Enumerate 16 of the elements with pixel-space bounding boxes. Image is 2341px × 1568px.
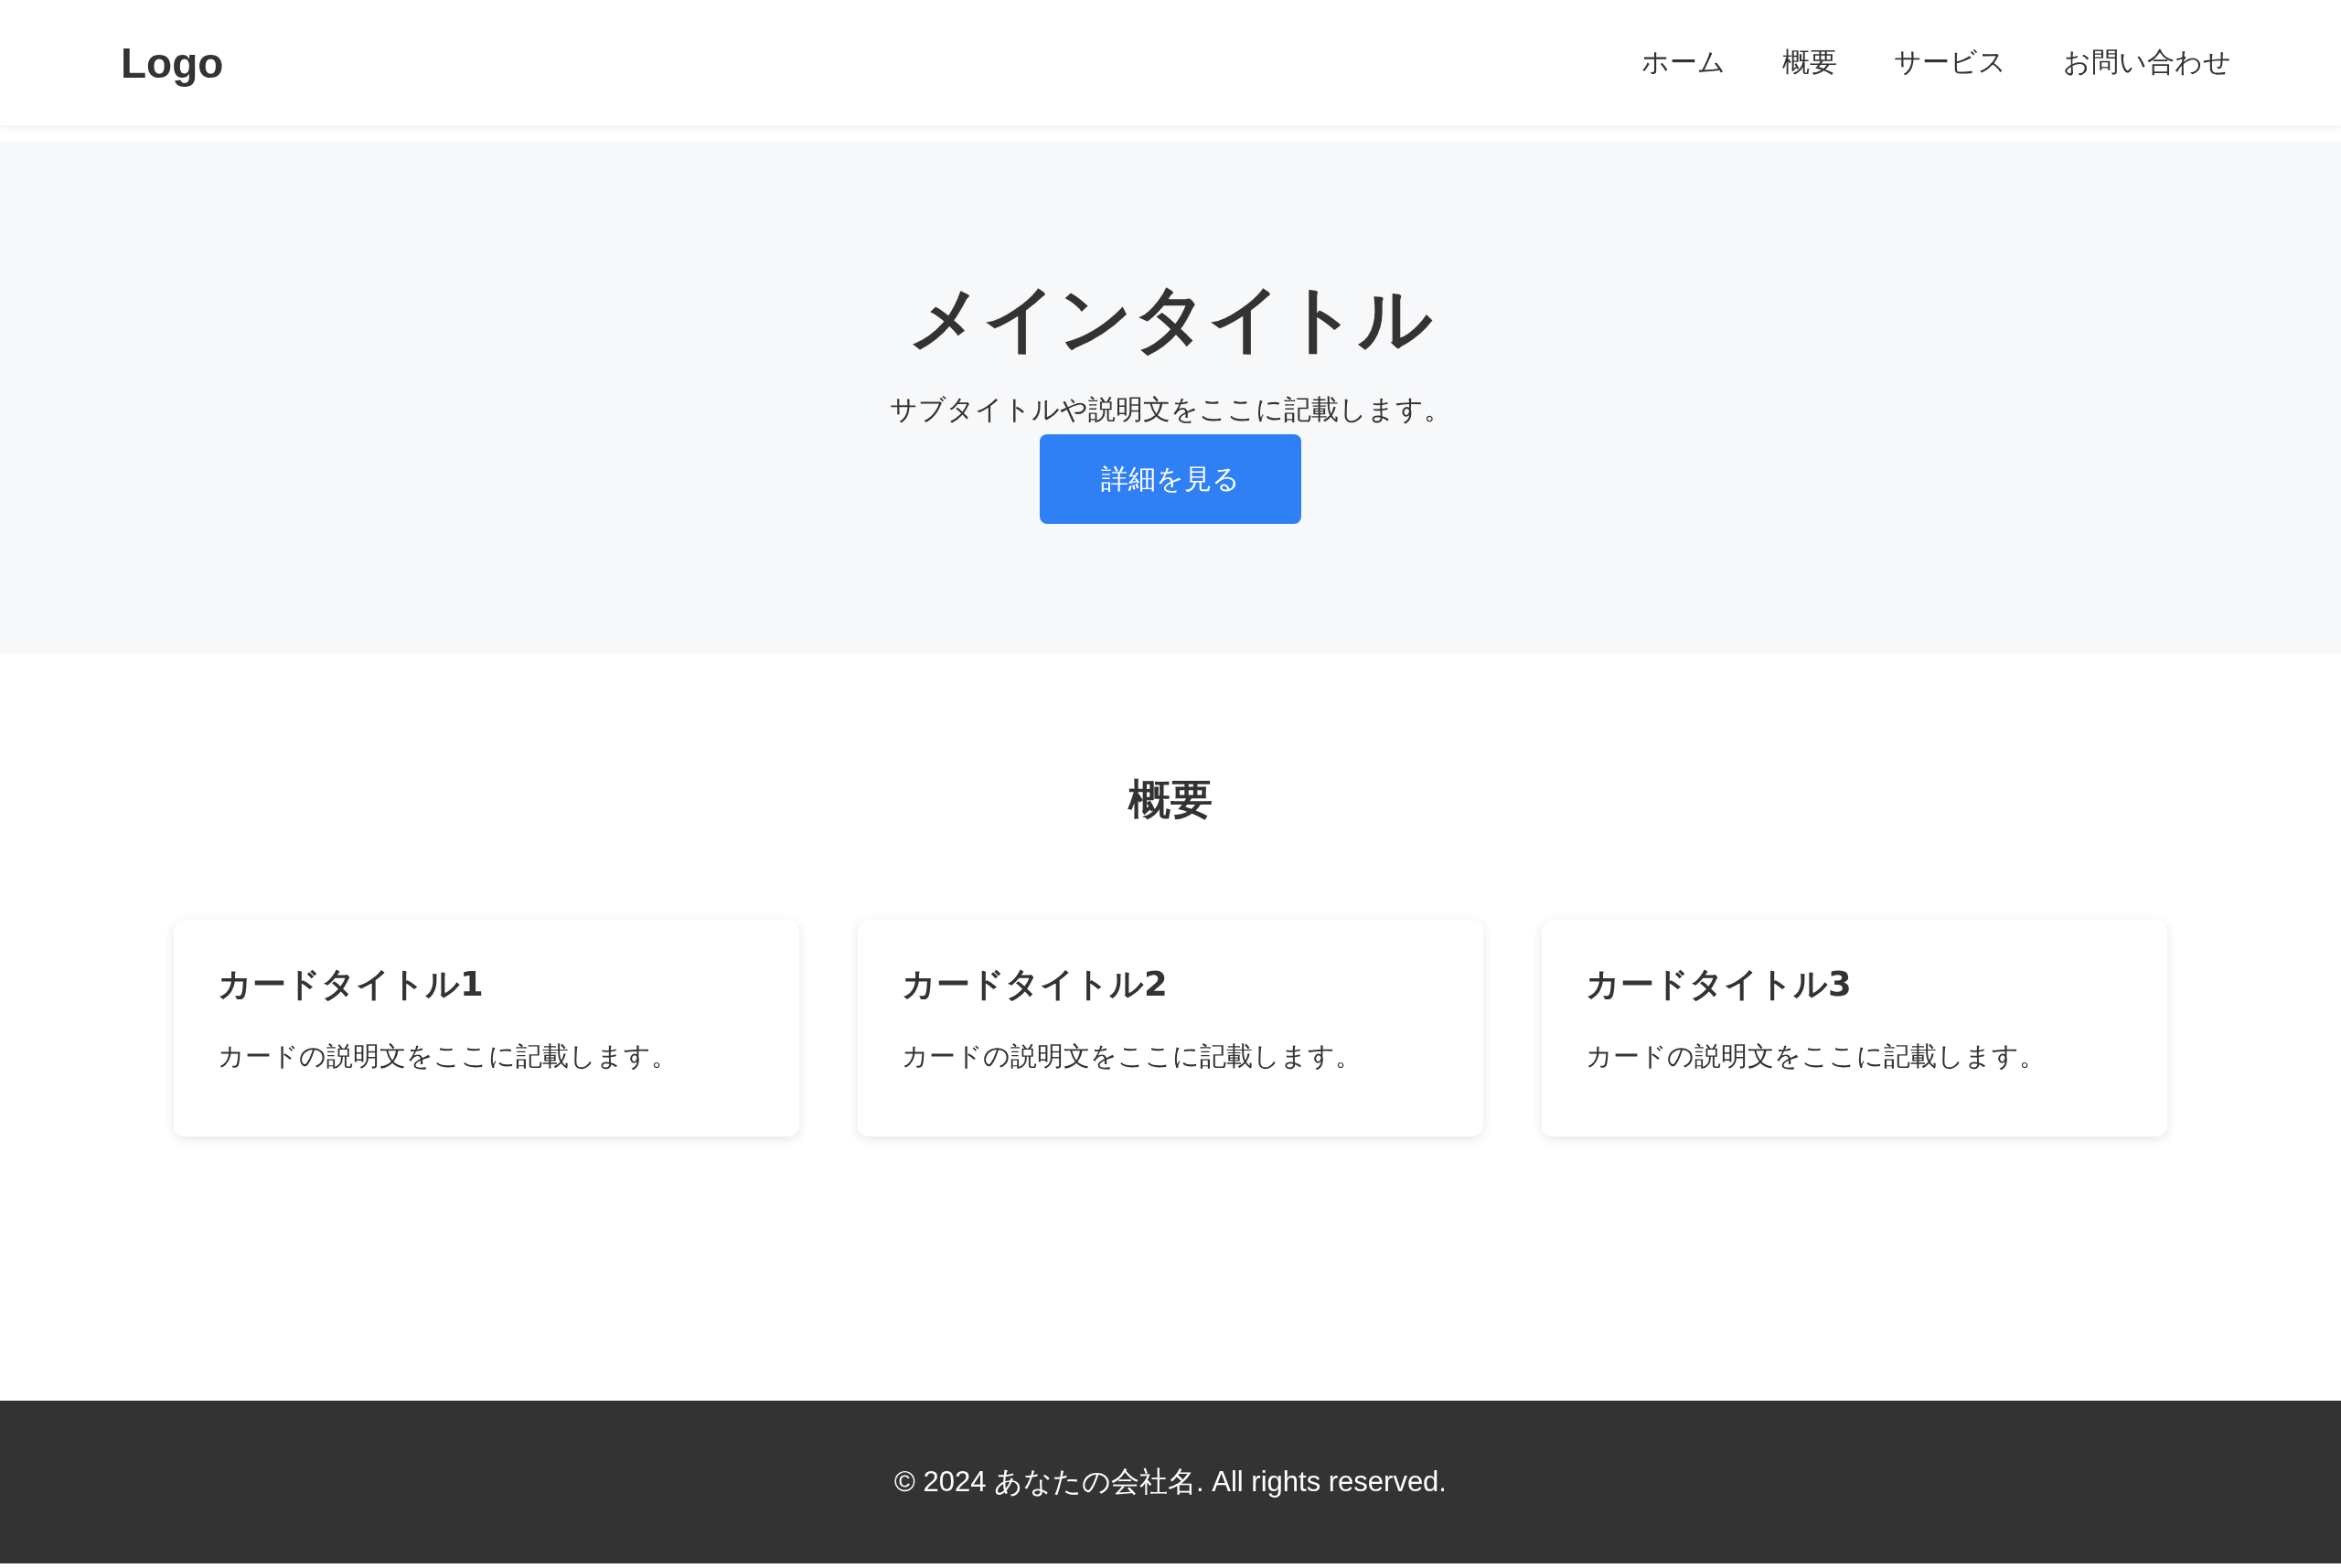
details-button[interactable]: 詳細を見る [1040, 434, 1301, 524]
card-title: カードタイトル1 [218, 964, 485, 1006]
nav-link[interactable]: サービス [1894, 44, 2006, 81]
nav-link[interactable]: お問い合わせ [2063, 44, 2231, 81]
card-description: カードの説明文をここに記載します。 [218, 1040, 679, 1073]
card-description: カードの説明文をここに記載します。 [1586, 1040, 2047, 1073]
card-description: カードの説明文をここに記載します。 [902, 1040, 1363, 1073]
nav-link[interactable]: ホーム [1641, 44, 1726, 81]
nav-link[interactable]: 概要 [1782, 44, 1837, 81]
card-title: カードタイトル2 [902, 964, 1169, 1006]
card-title: カードタイトル3 [1586, 964, 1853, 1006]
logo[interactable]: Logo [121, 37, 224, 88]
hero-title: メインタイトル [908, 275, 1433, 363]
hero-subtitle: サブタイトルや説明文をここに記載します。 [890, 392, 1451, 427]
copyright-text: © 2024 あなたの会社名. All rights reserved. [894, 1465, 1447, 1499]
section-heading: 概要 [1128, 773, 1213, 826]
